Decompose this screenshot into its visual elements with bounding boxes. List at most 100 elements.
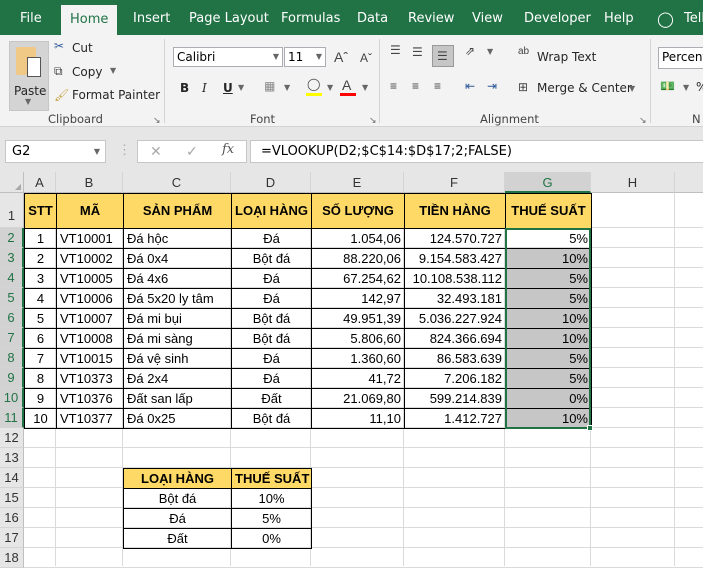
cell-loai-hang[interactable]: Đá [231,348,312,369]
bold-button[interactable]: B [180,81,189,95]
column-header-a[interactable]: A [24,172,56,193]
tab-formulas[interactable]: Formulas [281,0,340,35]
cell-loai-hang[interactable]: Bột đá [231,248,312,269]
lookup-cell-thue-suat[interactable]: 10% [231,488,312,509]
row-header-3[interactable]: 3 [0,248,24,268]
format-painter-button[interactable]: Format Painter [72,88,160,102]
align-bottom-button[interactable]: ☰ [432,45,454,67]
name-box[interactable]: G2 ▼ [5,140,106,163]
decrease-font-size-icon[interactable]: Aˇ [360,51,372,65]
row-header-14[interactable]: 14 [0,468,24,488]
column-header-b[interactable]: B [56,172,123,193]
cell-tien-hang[interactable]: 7.206.182 [404,368,506,389]
row-header-7[interactable]: 7 [0,328,24,348]
row-header-17[interactable]: 17 [0,528,24,548]
italic-button[interactable]: I [202,81,207,95]
number-format-select[interactable]: Percentage [658,47,703,69]
cell-san-pham[interactable]: Đá 5x20 ly tâm [123,288,232,309]
increase-font-size-icon[interactable]: Aˆ [334,49,348,65]
increase-indent-icon[interactable]: ⇥ [487,79,497,93]
cell-tien-hang[interactable]: 599.214.839 [404,388,506,409]
tab-tell-me[interactable]: Tell [684,0,703,35]
cell-tien-hang[interactable]: 32.493.181 [404,288,506,309]
font-launcher-icon[interactable]: ↘ [369,115,377,126]
cut-button[interactable]: Cut [72,41,93,55]
borders-icon[interactable]: ▦ [264,79,275,93]
formula-input[interactable]: =VLOOKUP(D2;$C$14:$D$17;2;FALSE) [250,140,703,163]
lightbulb-icon[interactable]: ◯ [657,0,674,35]
row-header-1[interactable]: 1 [0,193,24,228]
cell-loai-hang[interactable]: Đá [231,288,312,309]
row-header-11[interactable]: 11 [0,408,24,428]
column-header-d[interactable]: D [231,172,311,193]
cell-thue-suat[interactable]: 5% [505,288,592,309]
cell-tien-hang[interactable]: 10.108.538.112 [404,268,506,289]
lookup-cell-thue-suat[interactable]: 5% [231,508,312,529]
lookup-cell-thue-suat[interactable]: 0% [231,528,312,549]
cell-tien-hang[interactable]: 124.570.727 [404,228,506,249]
cell-so-luong[interactable]: 1.360,60 [311,348,405,369]
clipboard-launcher-icon[interactable]: ↘ [153,115,161,126]
row-header-12[interactable]: 12 [0,428,24,448]
cell-loai-hang[interactable]: Đất [231,388,312,409]
row-header-4[interactable]: 4 [0,268,24,288]
font-name-select[interactable]: Calibri ▼ [173,47,283,67]
cell-tien-hang[interactable]: 9.154.583.427 [404,248,506,269]
cell-loai-hang[interactable]: Đá [231,268,312,289]
cell-san-pham[interactable]: Đá 0x25 [123,408,232,429]
tab-home[interactable]: Home [61,5,118,35]
percent-style-button[interactable]: % [696,80,703,94]
cell-so-luong[interactable]: 1.054,06 [311,228,405,249]
cell-san-pham[interactable]: Đá 0x4 [123,248,232,269]
cell-loai-hang[interactable]: Đá [231,368,312,389]
cell-stt[interactable]: 6 [24,328,57,349]
cell-san-pham[interactable]: Đá mi bụi [123,308,232,329]
cancel-icon[interactable]: ✕ [150,143,162,160]
cell-ma[interactable]: VT10007 [56,308,124,329]
cell-tien-hang[interactable]: 86.583.639 [404,348,506,369]
orientation-dropdown-caret[interactable]: ▼ [487,47,493,56]
header-cell-tien-hang[interactable]: TIỀN HÀNG [404,193,506,229]
alignment-launcher-icon[interactable]: ↘ [639,115,647,126]
cell-thue-suat[interactable]: 5% [505,348,592,369]
column-header-g[interactable]: G [505,172,591,193]
cell-san-pham[interactable]: Đá vệ sinh [123,348,232,369]
cell-so-luong[interactable]: 49.951,39 [311,308,405,329]
copy-dropdown-caret[interactable]: ▼ [110,66,116,75]
cell-thue-suat[interactable]: 5% [505,228,592,249]
accounting-format-icon[interactable]: 💵 [660,79,675,93]
cell-loai-hang[interactable]: Đá [231,228,312,249]
row-header-2[interactable]: 2 [0,228,24,248]
cell-loai-hang[interactable]: Bột đá [231,328,312,349]
cell-stt[interactable]: 10 [24,408,57,429]
accounting-dropdown-caret[interactable]: ▼ [683,83,689,92]
column-header-f[interactable]: F [404,172,505,193]
row-header-15[interactable]: 15 [0,488,24,508]
wrap-text-button[interactable]: Wrap Text [537,50,596,64]
lookup-header-loai-hang[interactable]: LOẠI HÀNG [123,468,232,489]
header-cell-so-luong[interactable]: SỐ LƯỢNG [311,193,405,229]
paste-dropdown-caret[interactable]: ▼ [25,97,31,106]
tab-file[interactable]: File [20,0,42,35]
cell-san-pham[interactable]: Đá 2x4 [123,368,232,389]
cell-tien-hang[interactable]: 1.412.727 [404,408,506,429]
row-header-5[interactable]: 5 [0,288,24,308]
tab-view[interactable]: View [472,0,503,35]
align-center-icon[interactable]: ≡ [412,79,419,93]
paste-button[interactable]: Paste ▼ [9,41,49,111]
cell-stt[interactable]: 2 [24,248,57,269]
header-cell-loai-hang[interactable]: LOẠI HÀNG [231,193,312,229]
cell-ma[interactable]: VT10005 [56,268,124,289]
cell-so-luong[interactable]: 88.220,06 [311,248,405,269]
column-header-c[interactable]: C [123,172,231,193]
chevron-down-icon[interactable]: ▼ [94,141,100,162]
cell-loai-hang[interactable]: Bột đá [231,408,312,429]
header-cell-stt[interactable]: STT [24,193,57,229]
column-header-i[interactable] [675,172,703,193]
cell-ma[interactable]: VT10006 [56,288,124,309]
header-cell-thue-suat[interactable]: THUẾ SUẤT [505,193,592,229]
tab-help[interactable]: Help [604,0,634,35]
fill-color-dropdown-caret[interactable]: ▼ [327,83,333,92]
align-middle-icon[interactable]: ☰ [412,45,423,59]
cell-stt[interactable]: 5 [24,308,57,329]
